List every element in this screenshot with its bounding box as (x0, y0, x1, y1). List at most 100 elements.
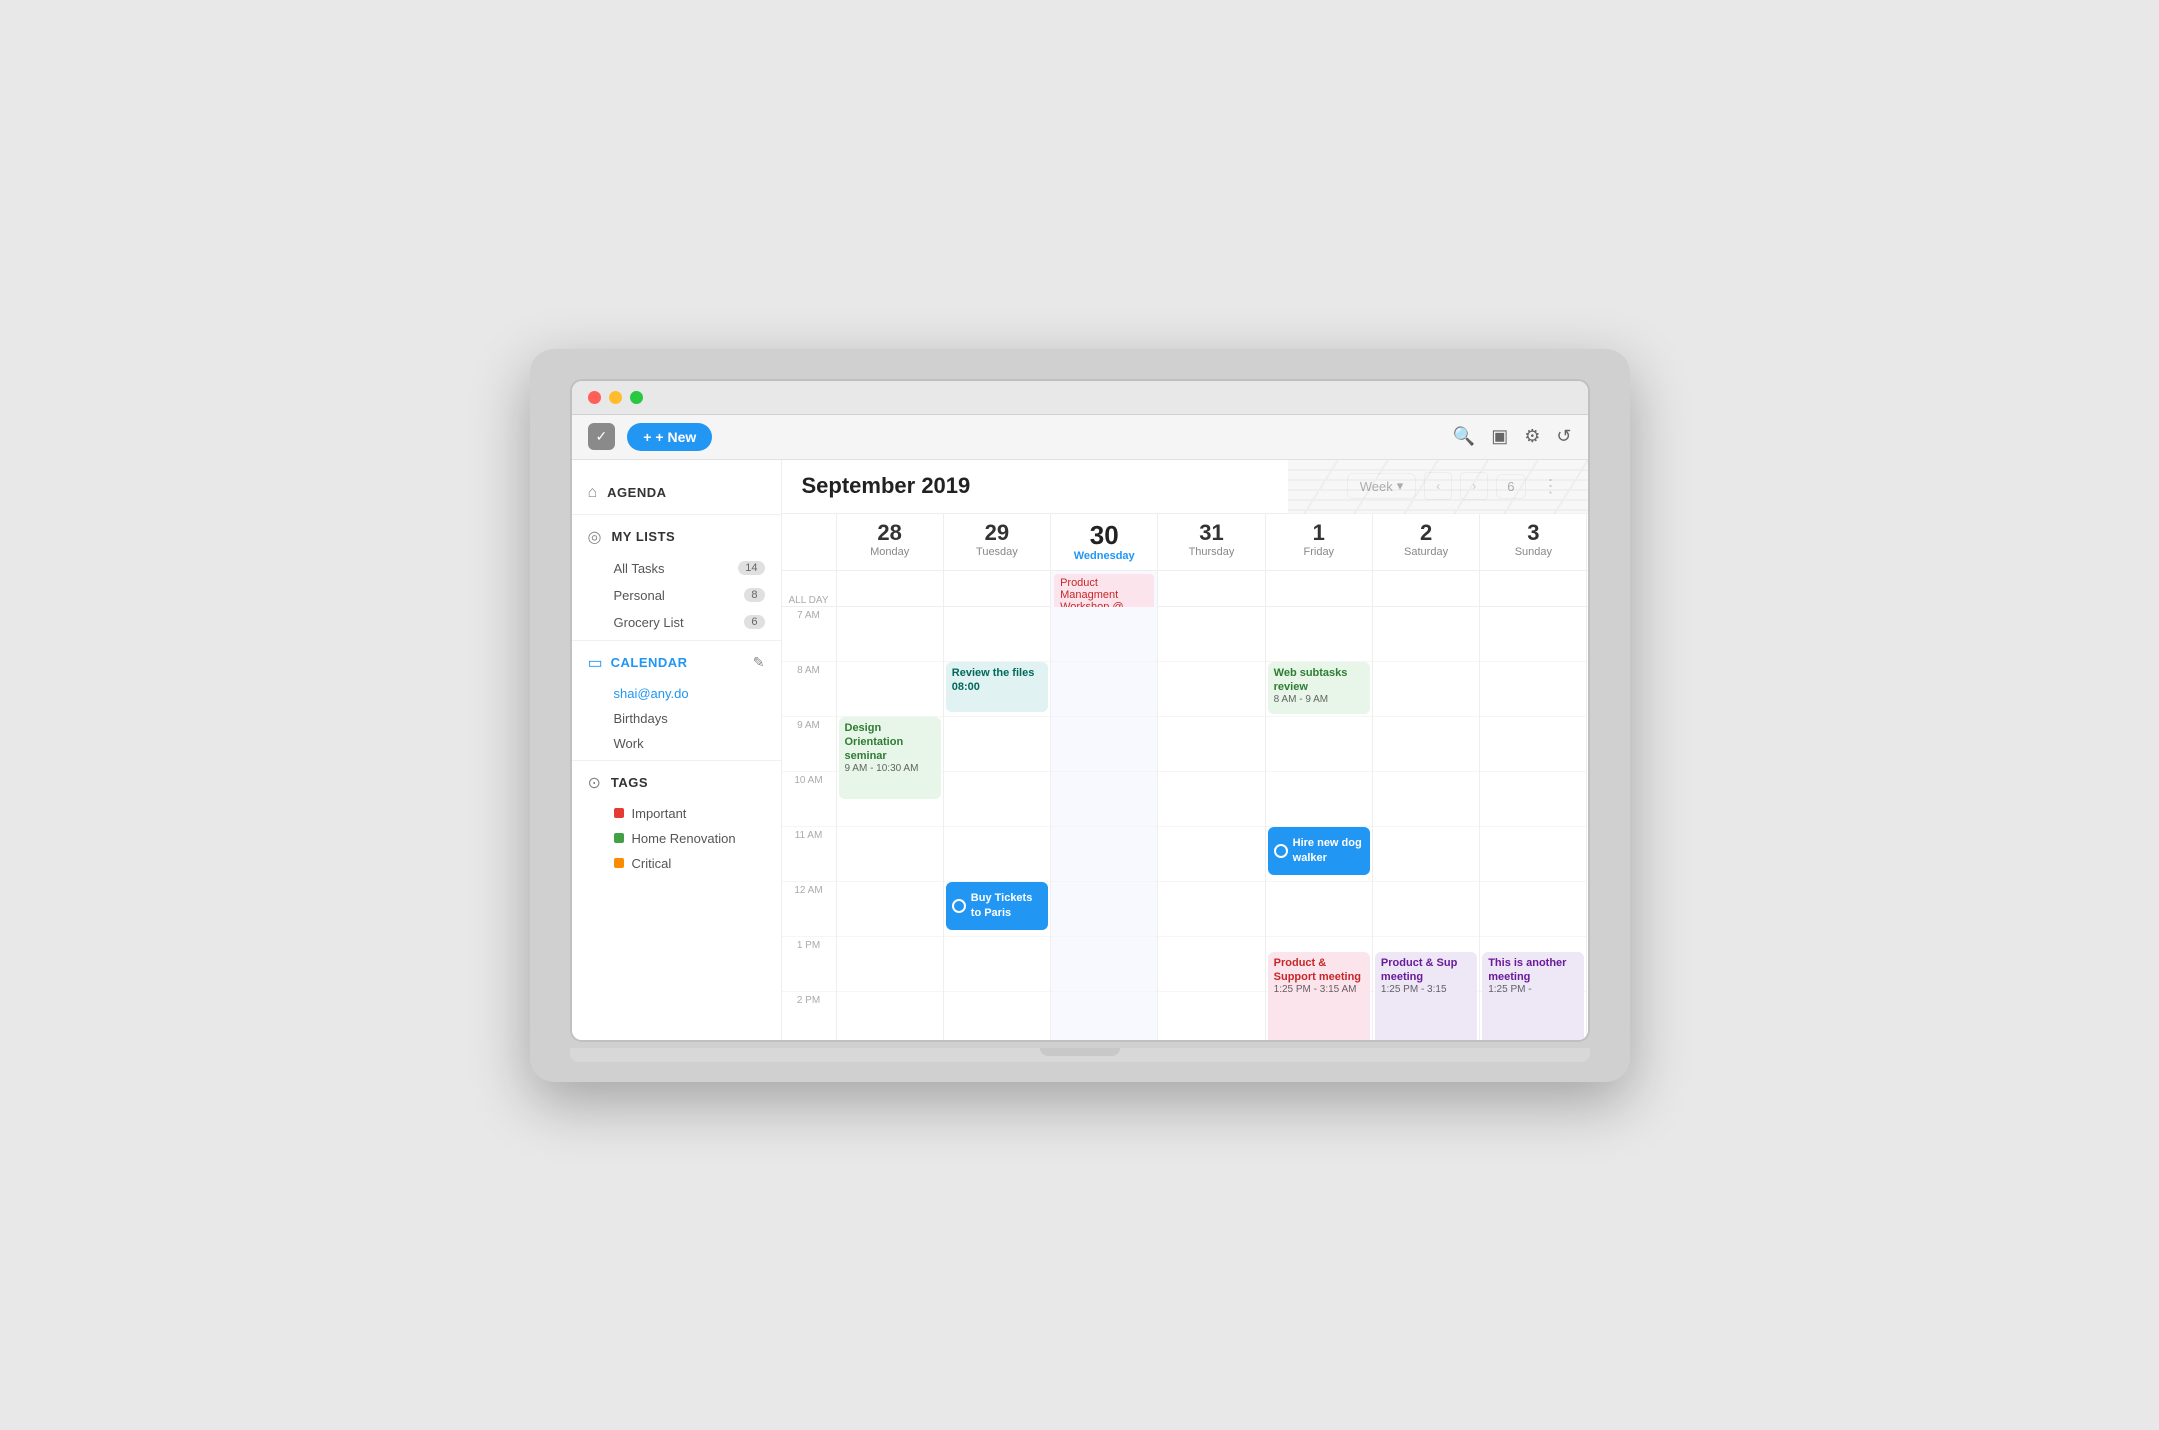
edit-icon[interactable]: ✎ (753, 654, 765, 671)
mon-8am[interactable] (837, 662, 943, 717)
sun-7am[interactable] (1480, 607, 1586, 662)
sat-11am[interactable] (1373, 827, 1479, 882)
thu-10am[interactable] (1158, 772, 1264, 827)
wed-9am[interactable] (1051, 717, 1157, 772)
tag-important[interactable]: Important (572, 801, 781, 826)
sun-12pm[interactable] (1480, 882, 1586, 937)
tue-7am[interactable] (944, 607, 1050, 662)
day-num-30: 30 (1055, 522, 1153, 548)
event-product-sup[interactable]: Product & Sup meeting 1:25 PM - 3:15 (1375, 952, 1477, 1040)
tue-11am[interactable] (944, 827, 1050, 882)
event-review-files[interactable]: Review the files 08:00 (946, 662, 1048, 712)
tue-1pm[interactable] (944, 937, 1050, 992)
thu-7am[interactable] (1158, 607, 1264, 662)
sat-8am[interactable] (1373, 662, 1479, 717)
time-label-11am: 11 AM (795, 830, 823, 841)
maximize-button[interactable] (630, 391, 643, 404)
time-slot-1pm: 1 PM (782, 937, 836, 992)
event-dog-walker[interactable]: Hire new dog walker (1268, 827, 1370, 875)
sat-10am[interactable] (1373, 772, 1479, 827)
mon-2pm[interactable] (837, 992, 943, 1040)
task-circle-icon (952, 899, 966, 913)
wed-11am[interactable] (1051, 827, 1157, 882)
toolbar-right: 🔍 ▣ ⚙ ↺ (1453, 426, 1572, 447)
tag-icon: ⊙ (588, 773, 601, 793)
sidebar-item-my-lists[interactable]: ◎ MY LISTS (572, 519, 781, 555)
close-button[interactable] (588, 391, 601, 404)
thu-2pm[interactable] (1158, 992, 1264, 1040)
wed-8am[interactable] (1051, 662, 1157, 717)
check-button[interactable]: ✓ (588, 423, 616, 450)
thu-9am[interactable] (1158, 717, 1264, 772)
sun-9am[interactable] (1480, 717, 1586, 772)
sat-7am[interactable] (1373, 607, 1479, 662)
time-slot-7am: 7 AM (782, 607, 836, 662)
sidebar-sub-personal[interactable]: Personal 8 (572, 582, 781, 609)
event-time-product-sup: 1:25 PM - 3:15 (1381, 984, 1471, 995)
time-grid: 7 AM 8 AM 9 AM 10 AM 11 AM 12 AM 1 PM 2 … (782, 607, 1588, 1040)
thu-8am[interactable] (1158, 662, 1264, 717)
layout-icon[interactable]: ▣ (1491, 426, 1508, 447)
sidebar-item-agenda[interactable]: ⌂ AGENDA (572, 476, 781, 510)
critical-label: Critical (632, 856, 672, 871)
event-design-orientation[interactable]: Design Orientation seminar 9 AM - 10:30 … (839, 717, 941, 800)
thu-11am[interactable] (1158, 827, 1264, 882)
separator-2 (572, 640, 781, 641)
fri-10am[interactable] (1266, 772, 1372, 827)
sidebar-sub-grocery[interactable]: Grocery List 6 (572, 609, 781, 636)
tue-2pm[interactable] (944, 992, 1050, 1040)
minimize-button[interactable] (609, 391, 622, 404)
laptop-frame: ✓ + + New 🔍 ▣ ⚙ ↺ ⌂ AGENDA (530, 349, 1630, 1082)
mon-12pm[interactable] (837, 882, 943, 937)
event-product-support[interactable]: Product & Support meeting 1:25 PM - 3:15… (1268, 952, 1370, 1040)
mon-1pm[interactable] (837, 937, 943, 992)
time-label-8am: 8 AM (797, 665, 820, 676)
day-header-fri: 1 Friday (1266, 514, 1373, 570)
settings-icon[interactable]: ⚙ (1524, 426, 1540, 447)
separator-3 (572, 760, 781, 761)
event-buy-tickets[interactable]: Buy Tickets to Paris (946, 882, 1048, 930)
fri-9am[interactable] (1266, 717, 1372, 772)
thu-12pm[interactable] (1158, 882, 1264, 937)
new-button[interactable]: + + New (627, 423, 712, 451)
tue-10am[interactable] (944, 772, 1050, 827)
wed-7am[interactable] (1051, 607, 1157, 662)
fri-12pm[interactable] (1266, 882, 1372, 937)
sidebar-cal-work[interactable]: Work (572, 731, 781, 756)
time-column: 7 AM 8 AM 9 AM 10 AM 11 AM 12 AM 1 PM 2 … (782, 607, 837, 1040)
cal-grid-container: 28 Monday 29 Tuesday 30 Wednesday (782, 514, 1588, 1040)
day-name-wed: Wednesday (1055, 550, 1153, 562)
mon-11am[interactable] (837, 827, 943, 882)
sidebar-cal-birthdays[interactable]: Birthdays (572, 706, 781, 731)
wed-12pm[interactable] (1051, 882, 1157, 937)
days-header: 28 Monday 29 Tuesday 30 Wednesday (782, 514, 1588, 571)
sat-9am[interactable] (1373, 717, 1479, 772)
tag-home-renovation[interactable]: Home Renovation (572, 826, 781, 851)
wed-1pm[interactable] (1051, 937, 1157, 992)
tue-9am[interactable] (944, 717, 1050, 772)
sun-11am[interactable] (1480, 827, 1586, 882)
sun-8am[interactable] (1480, 662, 1586, 717)
fri-7am[interactable] (1266, 607, 1372, 662)
day-name-tue: Tuesday (948, 546, 1046, 558)
check-circle-icon: ◎ (588, 527, 602, 547)
mon-7am[interactable] (837, 607, 943, 662)
time-slot-12pm: 12 AM (782, 882, 836, 937)
refresh-icon[interactable]: ↺ (1556, 426, 1571, 447)
important-dot (614, 808, 624, 818)
event-web-subtasks[interactable]: Web subtasks review 8 AM - 9 AM (1268, 662, 1370, 714)
event-another-meeting[interactable]: This is another meeting 1:25 PM - (1482, 952, 1584, 1040)
sat-12pm[interactable] (1373, 882, 1479, 937)
wed-2pm[interactable] (1051, 992, 1157, 1040)
sun-10am[interactable] (1480, 772, 1586, 827)
sidebar-item-tags[interactable]: ⊙ TAGS (572, 765, 781, 801)
allday-row: ALL DAY Product Managment Workshop @ Azr… (782, 571, 1588, 607)
calendar-section-header: ▭ CALENDAR ✎ (572, 645, 781, 681)
sidebar-cal-shai[interactable]: shai@any.do (572, 681, 781, 706)
wed-10am[interactable] (1051, 772, 1157, 827)
thu-1pm[interactable] (1158, 937, 1264, 992)
tag-critical[interactable]: Critical (572, 851, 781, 876)
day-header-sun: 3 Sunday (1480, 514, 1587, 570)
sidebar-sub-all-tasks[interactable]: All Tasks 14 (572, 555, 781, 582)
search-icon[interactable]: 🔍 (1453, 426, 1475, 447)
